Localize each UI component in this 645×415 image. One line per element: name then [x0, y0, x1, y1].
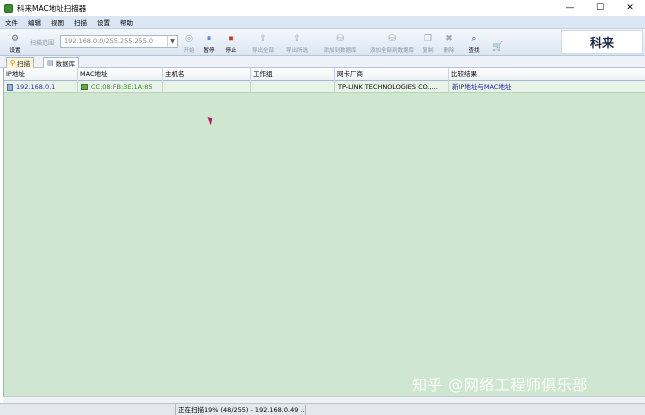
- scan-progress-status: 正在扫描19% (48/255) - 192.168.0.49 ...: [175, 404, 307, 415]
- window-controls: — ☐ ✕: [555, 0, 645, 16]
- title-bar: 科来MAC地址扫描器 — ☐ ✕: [0, 0, 645, 16]
- copy-label: 复制: [422, 48, 434, 54]
- gear-icon: ⚙: [10, 34, 20, 44]
- column-header-vendor[interactable]: 网卡厂商: [335, 68, 449, 81]
- logo-text: 科来: [589, 35, 614, 50]
- cell-vendor: TP-LINK TECHNOLOGIES CO.,...: [335, 81, 449, 93]
- start-label: 开始: [183, 48, 195, 54]
- close-button[interactable]: ✕: [615, 0, 645, 16]
- table-row[interactable]: 192.168.0.1 CC:08:FB:3E:1A:85 TP-LINK TE…: [4, 81, 645, 93]
- menu-view[interactable]: 视图: [46, 17, 69, 27]
- cell-ip: 192.168.0.1: [4, 81, 78, 93]
- cart-button[interactable]: 🛒: [492, 31, 504, 54]
- export-selected-button[interactable]: ⇪ 导出所选: [282, 31, 312, 54]
- copy-button[interactable]: ❐ 复制: [420, 31, 436, 54]
- network-card-icon: [81, 84, 88, 90]
- cell-mac: CC:08:FB:3E:1A:85: [78, 81, 163, 93]
- start-button[interactable]: ◎ 开始: [180, 31, 198, 54]
- window-title: 科来MAC地址扫描器: [17, 3, 87, 13]
- tab-scan[interactable]: ⚲ 扫描: [6, 57, 35, 68]
- add-to-db-button[interactable]: ⛁ 添加到数据库: [318, 31, 362, 54]
- computer-icon: [7, 83, 13, 91]
- status-bar: 正在扫描19% (48/255) - 192.168.0.49 ...: [0, 403, 645, 415]
- find-button[interactable]: ⌕ 查找: [465, 31, 483, 54]
- tab-database-label: 数据库: [55, 60, 76, 68]
- export-icon: ⇪: [293, 34, 301, 44]
- menu-help[interactable]: 帮助: [115, 17, 138, 27]
- database-add-icon: ⛁: [388, 34, 396, 44]
- settings-label: 设置: [9, 48, 21, 54]
- stop-button[interactable]: ⏹ 停止: [222, 31, 240, 54]
- delete-button[interactable]: ✖ 删除: [440, 31, 458, 54]
- column-header-mac[interactable]: MAC地址: [78, 68, 163, 81]
- tab-database[interactable]: ▤ 数据库: [43, 57, 80, 68]
- tab-bar: ⚲ 扫描 ▤ 数据库: [0, 56, 645, 68]
- cell-result: 新IP地址与MAC地址: [452, 83, 512, 91]
- chevron-down-icon[interactable]: ▼: [167, 36, 177, 47]
- toolbar: ⚙ 设置 扫描范围 192.168.0.0/255.255.255.0 ▼ ◎ …: [0, 29, 645, 56]
- cell-ip-text: 192.168.0.1: [16, 83, 56, 91]
- tab-scan-label: 扫描: [17, 60, 31, 68]
- menu-scan[interactable]: 扫描: [69, 17, 92, 27]
- horizontal-scrollbar[interactable]: [3, 396, 645, 403]
- database-add-icon: ⛁: [336, 34, 344, 44]
- app-icon: [4, 3, 13, 13]
- scan-range-label: 扫描范围: [30, 40, 55, 47]
- column-header-workgroup[interactable]: 工作组: [251, 68, 335, 81]
- menu-bar: 文件 编辑 视图 扫描 设置 帮助: [0, 16, 645, 29]
- magnifier-icon: ⚲: [10, 59, 16, 67]
- cell-mac-text: CC:08:FB:3E:1A:85: [91, 83, 153, 91]
- minimize-button[interactable]: —: [555, 0, 585, 16]
- menu-file[interactable]: 文件: [0, 17, 23, 27]
- add-all-to-db-button[interactable]: ⛁ 添加全部到数据库: [366, 31, 418, 54]
- cart-icon: 🛒: [492, 42, 504, 52]
- copy-icon: ❐: [423, 34, 433, 44]
- cell-workgroup: [251, 81, 335, 93]
- brand-logo: 科来: [561, 30, 643, 54]
- column-header-result[interactable]: 比较结果: [449, 68, 645, 81]
- add-to-db-label: 添加到数据库: [323, 48, 357, 54]
- stop-icon: ⏹: [228, 34, 234, 44]
- status-separator: [305, 405, 306, 415]
- export-selected-label: 导出所选: [285, 48, 308, 54]
- export-icon: ⇪: [259, 34, 267, 44]
- column-header-ip[interactable]: IP地址: [4, 68, 78, 81]
- delete-label: 删除: [443, 48, 455, 54]
- table-header: IP地址 MAC地址 主机名 工作组 网卡厂商 比较结果: [4, 68, 645, 81]
- export-all-label: 导出全部: [251, 48, 274, 54]
- delete-icon: ✖: [445, 34, 453, 44]
- column-header-hostname[interactable]: 主机名: [163, 68, 251, 81]
- pause-label: 暂停: [203, 48, 215, 54]
- add-all-to-db-label: 添加全部到数据库: [369, 48, 414, 54]
- scan-range-value: 192.168.0.0/255.255.255.0: [64, 37, 154, 45]
- database-icon: ▤: [47, 59, 54, 67]
- play-icon: ◎: [185, 34, 193, 44]
- pause-button[interactable]: ⏸ 暂停: [200, 31, 218, 54]
- export-all-button[interactable]: ⇪ 导出全部: [248, 31, 278, 54]
- maximize-button[interactable]: ☐: [585, 0, 615, 16]
- menu-edit[interactable]: 编辑: [23, 17, 46, 27]
- stop-label: 停止: [225, 48, 237, 54]
- menu-settings[interactable]: 设置: [92, 17, 115, 27]
- scan-range-input[interactable]: 192.168.0.0/255.255.255.0 ▼: [60, 35, 178, 48]
- cell-hostname: [163, 81, 251, 93]
- find-icon: ⌕: [471, 34, 477, 44]
- find-label: 查找: [468, 48, 480, 54]
- results-table: IP地址 MAC地址 主机名 工作组 网卡厂商 比较结果 192.168.0.1…: [3, 68, 645, 396]
- settings-button[interactable]: ⚙ 设置: [5, 31, 25, 54]
- pause-icon: ⏸: [206, 34, 212, 44]
- watermark: 知乎 @网络工程师俱乐部: [412, 376, 588, 394]
